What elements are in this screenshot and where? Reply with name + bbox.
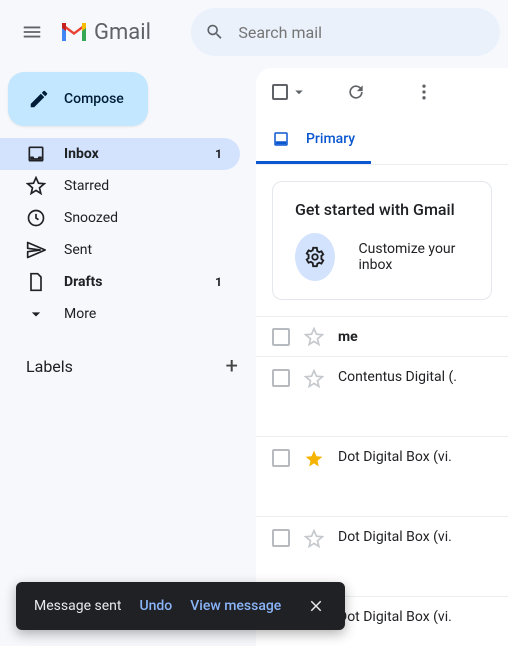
- app-header: Gmail: [0, 0, 508, 64]
- sidebar-item-more[interactable]: More: [0, 298, 240, 330]
- pencil-icon: [28, 88, 50, 110]
- hamburger-icon: [21, 21, 43, 43]
- toast-undo-link[interactable]: Undo: [139, 598, 172, 614]
- email-sender: Dot Digital Box (vi.: [338, 529, 452, 545]
- sidebar-item-inbox[interactable]: Inbox 1: [0, 138, 240, 170]
- star-icon[interactable]: [304, 369, 324, 389]
- email-row[interactable]: Dot Digital Box (vi.: [256, 436, 508, 516]
- search-input[interactable]: [238, 23, 486, 42]
- star-icon[interactable]: [304, 327, 324, 347]
- nav-label: Sent: [64, 242, 92, 258]
- toast-message: Message sent: [34, 598, 121, 614]
- sidebar-item-drafts[interactable]: Drafts 1: [0, 266, 240, 298]
- email-checkbox[interactable]: [272, 529, 290, 547]
- gear-icon: [304, 246, 326, 268]
- toast-snackbar: Message sent Undo View message: [16, 582, 345, 630]
- compose-label: Compose: [64, 91, 124, 107]
- nav-count: 1: [215, 275, 222, 289]
- primary-tab-icon: [272, 130, 290, 148]
- send-icon: [26, 240, 46, 260]
- tab-primary[interactable]: Primary: [256, 116, 371, 164]
- close-icon: [307, 597, 325, 615]
- nav-label: Drafts: [64, 274, 102, 290]
- sidebar: Compose Inbox 1 Starred Snoozed Sent Drafts 1 M…: [0, 64, 256, 646]
- nav-label: More: [64, 306, 96, 322]
- mail-toolbar: [256, 68, 508, 116]
- labels-header: Labels +: [0, 354, 256, 379]
- more-button[interactable]: [404, 72, 444, 112]
- gmail-logo-text: Gmail: [94, 20, 151, 45]
- labels-heading: Labels: [26, 357, 73, 376]
- customize-inbox-item[interactable]: Customize your inbox: [295, 233, 469, 281]
- mail-content: Primary Get started with Gmail Customize…: [256, 68, 508, 646]
- get-started-card: Get started with Gmail Customize your in…: [272, 181, 492, 300]
- clock-icon: [26, 208, 46, 228]
- toast-view-message-link[interactable]: View message: [190, 598, 281, 614]
- tab-primary-label: Primary: [306, 131, 355, 147]
- search-icon: [205, 21, 224, 43]
- caret-down-icon: [290, 83, 308, 101]
- category-tabs: Primary: [256, 116, 508, 165]
- compose-button[interactable]: Compose: [8, 72, 148, 126]
- email-checkbox[interactable]: [272, 449, 290, 467]
- star-icon[interactable]: [304, 529, 324, 549]
- customize-inbox-text: Customize your inbox: [359, 241, 469, 273]
- nav-count: 1: [215, 147, 222, 161]
- toast-close-button[interactable]: [299, 589, 333, 623]
- email-sender: me: [338, 329, 358, 345]
- nav-label: Inbox: [64, 146, 99, 162]
- get-started-title: Get started with Gmail: [295, 200, 469, 219]
- email-sender: Contentus Digital (.: [338, 369, 457, 385]
- search-bar[interactable]: [191, 8, 500, 56]
- main-menu-button[interactable]: [8, 8, 56, 56]
- star-icon[interactable]: [304, 449, 324, 469]
- file-icon: [26, 272, 46, 292]
- nav-label: Snoozed: [64, 210, 118, 226]
- sidebar-item-snoozed[interactable]: Snoozed: [0, 202, 240, 234]
- gmail-logo[interactable]: Gmail: [60, 20, 151, 45]
- email-row[interactable]: Contentus Digital (.: [256, 356, 508, 436]
- gmail-logo-icon: [60, 21, 88, 43]
- star-icon: [26, 176, 46, 196]
- sidebar-item-sent[interactable]: Sent: [0, 234, 240, 266]
- email-sender: Dot Digital Box (vi.: [338, 609, 452, 625]
- inbox-icon: [26, 144, 46, 164]
- refresh-icon: [346, 82, 366, 102]
- email-sender: Dot Digital Box (vi.: [338, 449, 452, 465]
- email-checkbox[interactable]: [272, 369, 290, 387]
- email-checkbox[interactable]: [272, 328, 290, 346]
- add-label-button[interactable]: +: [226, 354, 238, 379]
- customize-icon-circle: [295, 233, 335, 281]
- refresh-button[interactable]: [336, 72, 376, 112]
- select-all-checkbox[interactable]: [272, 83, 308, 101]
- email-row[interactable]: me: [256, 316, 508, 356]
- more-vert-icon: [414, 82, 434, 102]
- sidebar-item-starred[interactable]: Starred: [0, 170, 240, 202]
- chevron-down-icon: [26, 304, 46, 324]
- nav-label: Starred: [64, 178, 109, 194]
